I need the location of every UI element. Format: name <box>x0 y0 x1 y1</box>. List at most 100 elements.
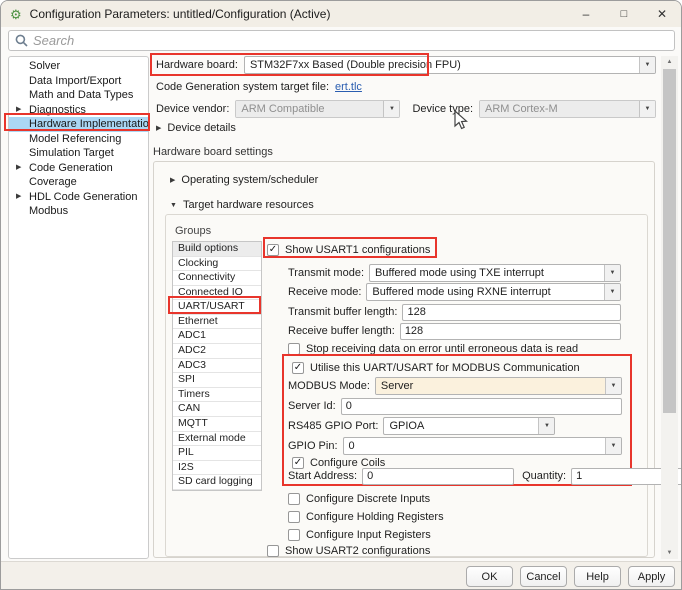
chevron-down-icon[interactable]: ▼ <box>538 418 554 434</box>
minimize-button[interactable]: – <box>567 1 605 27</box>
sidebar-item-modbus[interactable]: Modbus <box>9 204 148 219</box>
group-item-sd-card-logging[interactable]: SD card logging <box>173 475 261 490</box>
group-item-mqtt[interactable]: MQTT <box>173 417 261 432</box>
gpio-pin-combobox[interactable]: 0 ▼ <box>343 437 622 455</box>
simulink-config-gear-icon: ⚙ <box>10 8 22 21</box>
group-item-uart-usart[interactable]: UART/USART <box>173 300 261 315</box>
apply-button[interactable]: Apply <box>628 566 675 587</box>
expand-arrow-icon[interactable]: ▶ <box>16 161 21 176</box>
device-details-toggle[interactable]: ▶ Device details <box>156 122 236 134</box>
group-item-can[interactable]: CAN <box>173 402 261 417</box>
sidebar-item-label: Diagnostics <box>29 104 86 116</box>
heading-text: Hardware board settings <box>153 146 273 158</box>
group-item-ethernet[interactable]: Ethernet <box>173 315 261 330</box>
groups-list: Build options Clocking Connectivity Conn… <box>172 241 262 491</box>
sidebar-item-coverage[interactable]: Coverage <box>9 175 148 190</box>
show-usart2-label: Show USART2 configurations <box>285 545 430 557</box>
group-item-adc2[interactable]: ADC2 <box>173 344 261 359</box>
checkbox-checked-icon[interactable]: ✓ <box>267 244 279 256</box>
sidebar-item-simulation-target[interactable]: Simulation Target <box>9 146 148 161</box>
group-item-connectivity[interactable]: Connectivity <box>173 271 261 286</box>
group-item-build-options[interactable]: Build options <box>173 242 261 257</box>
collapsed-arrow-icon[interactable]: ▶ <box>170 176 175 184</box>
sidebar-item-model-referencing[interactable]: Model Referencing <box>9 132 148 147</box>
hardware-board-combobox[interactable]: STM32F7xx Based (Double precision FPU) ▼ <box>244 56 656 74</box>
server-id-row: Server Id: <box>288 397 622 415</box>
target-hardware-resources-label: Target hardware resources <box>183 199 314 211</box>
close-button[interactable]: ✕ <box>643 1 681 27</box>
group-item-adc3[interactable]: ADC3 <box>173 359 261 374</box>
sidebar-item-code-generation[interactable]: ▶Code Generation <box>9 161 148 176</box>
group-item-external-mode[interactable]: External mode <box>173 432 261 447</box>
modbus-mode-combobox[interactable]: Server ▼ <box>375 377 622 395</box>
configure-holding-registers-checkbox-row[interactable]: Configure Holding Registers <box>288 510 444 524</box>
scroll-down-arrow-icon[interactable]: ▼ <box>661 547 678 559</box>
sidebar-item-hdl-code-generation[interactable]: ▶ HDL Code Generation <box>9 190 148 205</box>
configure-input-registers-checkbox-row[interactable]: Configure Input Registers <box>288 528 431 542</box>
show-usart2-checkbox-row[interactable]: Show USART2 configurations <box>267 544 430 558</box>
search-input[interactable] <box>33 33 668 48</box>
group-item-adc1[interactable]: ADC1 <box>173 329 261 344</box>
modbus-mode-row: MODBUS Mode: Server ▼ <box>288 377 622 395</box>
maximize-button[interactable]: □ <box>605 1 643 27</box>
target-hardware-resources-toggle[interactable]: ▼ Target hardware resources <box>170 199 314 211</box>
groups-heading: Groups <box>175 225 211 237</box>
chevron-down-icon[interactable]: ▼ <box>639 57 655 73</box>
receive-buffer-input[interactable] <box>400 323 621 340</box>
group-item-pil[interactable]: PIL <box>173 446 261 461</box>
chevron-down-icon[interactable]: ▼ <box>605 438 621 454</box>
os-scheduler-toggle[interactable]: ▶ Operating system/scheduler <box>170 174 318 186</box>
group-item-clocking[interactable]: Clocking <box>173 257 261 272</box>
chevron-down-icon[interactable]: ▼ <box>605 378 621 394</box>
hardware-board-row: Hardware board: STM32F7xx Based (Double … <box>156 56 656 74</box>
sidebar-item-solver[interactable]: Solver <box>9 59 148 74</box>
os-scheduler-label: Operating system/scheduler <box>181 174 318 186</box>
chevron-down-icon[interactable]: ▼ <box>604 265 620 281</box>
expand-arrow-icon[interactable]: ▶ <box>16 190 21 205</box>
device-row: Device vendor: ARM Compatible ▼ Device t… <box>156 100 656 118</box>
rs485-gpio-port-combobox[interactable]: GPIOA ▼ <box>383 417 555 435</box>
sidebar-item-hardware-implementation[interactable]: Hardware Implementation <box>9 117 148 132</box>
sidebar-item-diagnostics[interactable]: ▶ Diagnostics <box>9 103 148 118</box>
chevron-down-icon[interactable]: ▼ <box>604 284 620 300</box>
cancel-button[interactable]: Cancel <box>520 566 567 587</box>
transmit-buffer-input[interactable] <box>402 304 621 321</box>
hardware-board-value: STM32F7xx Based (Double precision FPU) <box>245 57 639 73</box>
configuration-parameters-window: ⚙ Configuration Parameters: untitled/Con… <box>0 0 682 590</box>
device-type-value: ARM Cortex-M <box>480 101 639 117</box>
receive-mode-combobox[interactable]: Buffered mode using RXNE interrupt ▼ <box>366 283 621 301</box>
configure-discrete-inputs-checkbox-row[interactable]: Configure Discrete Inputs <box>288 492 430 506</box>
group-item-i2s[interactable]: I2S <box>173 461 261 476</box>
scrollbar-thumb[interactable] <box>663 69 676 413</box>
scroll-up-arrow-icon[interactable]: ▲ <box>661 56 678 68</box>
quantity-label: Quantity: <box>522 470 566 482</box>
sidebar-item-label: Simulation Target <box>29 147 114 159</box>
checkbox-unchecked-icon[interactable] <box>288 493 300 505</box>
ert-tlc-link[interactable]: ert.tlc <box>335 81 362 93</box>
vertical-scrollbar[interactable]: ▲ ▼ <box>661 56 678 559</box>
sidebar-item-data-import-export[interactable]: Data Import/Export <box>9 74 148 89</box>
checkbox-unchecked-icon[interactable] <box>267 545 279 557</box>
utilise-modbus-checkbox-row[interactable]: ✓ Utilise this UART/USART for MODBUS Com… <box>292 361 580 375</box>
ok-button[interactable]: OK <box>466 566 513 587</box>
expanded-arrow-icon[interactable]: ▼ <box>170 202 177 209</box>
start-address-input[interactable] <box>362 468 514 485</box>
transmit-mode-combobox[interactable]: Buffered mode using TXE interrupt ▼ <box>369 264 621 282</box>
help-button[interactable]: Help <box>574 566 621 587</box>
configure-discrete-inputs-label: Configure Discrete Inputs <box>306 493 430 505</box>
group-item-spi[interactable]: SPI <box>173 373 261 388</box>
modbus-mode-value: Server <box>376 378 605 394</box>
checkbox-unchecked-icon[interactable] <box>288 529 300 541</box>
hardware-board-settings-heading: Hardware board settings <box>153 146 273 158</box>
group-item-connected-io[interactable]: Connected IO <box>173 286 261 301</box>
sidebar-item-label: HDL Code Generation <box>29 191 137 203</box>
expand-arrow-icon[interactable]: ▶ <box>16 103 21 118</box>
collapsed-arrow-icon[interactable]: ▶ <box>156 124 161 132</box>
checkbox-checked-icon[interactable]: ✓ <box>292 362 304 374</box>
checkbox-unchecked-icon[interactable] <box>288 511 300 523</box>
group-item-timers[interactable]: Timers <box>173 388 261 403</box>
server-id-input[interactable] <box>341 398 622 415</box>
show-usart1-checkbox-row[interactable]: ✓ Show USART1 configurations <box>267 243 430 257</box>
search-bar[interactable] <box>8 30 675 51</box>
sidebar-item-math-and-data-types[interactable]: Math and Data Types <box>9 88 148 103</box>
